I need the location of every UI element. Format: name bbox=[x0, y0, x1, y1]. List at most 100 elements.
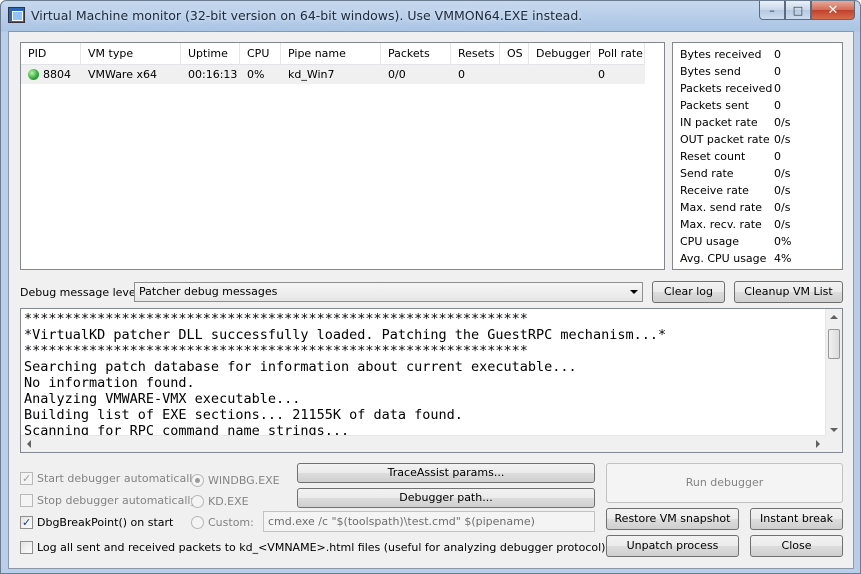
vm-row[interactable]: 8804 VMWare x64 00:16:13 0% kd_Win7 0/0 … bbox=[21, 65, 645, 84]
debug-level-label: Debug message level: bbox=[20, 286, 143, 299]
stat-row: Reset count 0 bbox=[673, 148, 842, 165]
column-header-uptime[interactable]: Uptime bbox=[181, 43, 240, 65]
stat-row: Bytes send 0 bbox=[673, 63, 842, 80]
custom-label: Custom: bbox=[208, 516, 254, 529]
column-header-os[interactable]: OS bbox=[500, 43, 529, 65]
stat-value: 0/s bbox=[774, 218, 791, 231]
stat-label: Packets received bbox=[680, 82, 773, 95]
start-debugger-checkbox[interactable]: Start debugger automatically bbox=[20, 472, 199, 485]
stat-row: Avg. CPU usage 4% bbox=[673, 250, 842, 267]
windbg-radio[interactable]: WINDBG.EXE bbox=[191, 474, 280, 487]
checkbox-checked-icon bbox=[20, 472, 33, 485]
debug-log[interactable]: ****************************************… bbox=[20, 308, 843, 453]
client-area: PID VM type Uptime CPU Pipe name Packets… bbox=[8, 31, 854, 569]
log-line: *VirtualKD patcher DLL successfully load… bbox=[24, 327, 667, 343]
radio-unselected-icon bbox=[191, 495, 204, 508]
vm-list[interactable]: PID VM type Uptime CPU Pipe name Packets… bbox=[20, 42, 665, 270]
vm-list-header: PID VM type Uptime CPU Pipe name Packets… bbox=[21, 43, 645, 65]
checkbox-checked-icon bbox=[20, 516, 33, 529]
column-header-debugger[interactable]: Debugger bbox=[529, 43, 591, 65]
custom-radio[interactable]: Custom: bbox=[191, 516, 254, 529]
cell-os bbox=[500, 65, 529, 84]
log-packets-checkbox[interactable]: Log all sent and received packets to kd_… bbox=[20, 541, 605, 554]
clear-log-button[interactable]: Clear log bbox=[652, 281, 725, 303]
stat-label: Receive rate bbox=[680, 184, 749, 197]
close-icon: ✕ bbox=[827, 2, 839, 18]
chevron-down-icon bbox=[630, 290, 638, 294]
scroll-thumb[interactable] bbox=[828, 329, 840, 359]
debug-level-select[interactable]: Patcher debug messages bbox=[134, 282, 643, 302]
stat-value: 4% bbox=[774, 252, 792, 265]
log-horizontal-scrollbar[interactable] bbox=[21, 435, 826, 452]
column-header-vm-type[interactable]: VM type bbox=[81, 43, 181, 65]
scroll-up-icon[interactable] bbox=[830, 315, 838, 319]
main-window: Virtual Machine monitor (32-bit version … bbox=[0, 0, 861, 574]
cell-poll-rate: 0 bbox=[598, 68, 605, 81]
scroll-down-icon[interactable] bbox=[830, 428, 838, 432]
traceassist-params-button[interactable]: TraceAssist params... bbox=[297, 463, 595, 483]
stop-debugger-label: Stop debugger automatically bbox=[37, 494, 197, 507]
cell-resets: 0 bbox=[458, 68, 465, 81]
checkbox-unchecked-icon bbox=[20, 541, 33, 554]
scroll-right-icon[interactable] bbox=[816, 440, 820, 448]
cell-cpu: 0% bbox=[247, 68, 265, 81]
stat-row: OUT packet rate 0/s bbox=[673, 131, 842, 148]
stat-row: Packets sent 0 bbox=[673, 97, 842, 114]
column-header-poll-rate[interactable]: Poll rate bbox=[591, 43, 645, 65]
cell-pid: 8804 bbox=[21, 65, 81, 84]
title-bar[interactable]: Virtual Machine monitor (32-bit version … bbox=[1, 1, 860, 30]
stat-label: IN packet rate bbox=[680, 116, 758, 129]
pid-text: 8804 bbox=[43, 68, 71, 81]
stat-value: 0 bbox=[774, 48, 781, 61]
stat-label: Avg. CPU usage bbox=[680, 252, 767, 265]
scroll-left-icon[interactable] bbox=[27, 440, 31, 448]
cleanup-vm-list-button[interactable]: Cleanup VM List bbox=[734, 281, 843, 303]
stat-row: CPU usage 0% bbox=[673, 233, 842, 250]
stop-debugger-checkbox[interactable]: Stop debugger automatically bbox=[20, 494, 197, 507]
app-icon bbox=[8, 7, 25, 23]
stat-row: IN packet rate 0/s bbox=[673, 114, 842, 131]
dbgbreakpoint-label: DbgBreakPoint() on start bbox=[37, 516, 174, 529]
unpatch-process-button[interactable]: Unpatch process bbox=[606, 535, 739, 557]
column-header-cpu[interactable]: CPU bbox=[240, 43, 281, 65]
radio-selected-icon bbox=[191, 474, 204, 487]
stat-value: 0/s bbox=[774, 116, 791, 129]
cell-debugger bbox=[529, 65, 591, 84]
stat-row: Bytes received 0 bbox=[673, 46, 842, 63]
column-header-resets[interactable]: Resets bbox=[451, 43, 500, 65]
dbgbreakpoint-checkbox[interactable]: DbgBreakPoint() on start bbox=[20, 516, 173, 529]
stat-row: Packets received 0 bbox=[673, 80, 842, 97]
column-header-pipe-name[interactable]: Pipe name bbox=[281, 43, 381, 65]
stat-label: Send rate bbox=[680, 167, 734, 180]
log-text: ****************************************… bbox=[24, 311, 824, 439]
stat-row: Max. send rate 0/s bbox=[673, 199, 842, 216]
minimize-button[interactable]: – bbox=[759, 1, 785, 20]
window-title: Virtual Machine monitor (32-bit version … bbox=[31, 8, 583, 23]
custom-command-input[interactable]: cmd.exe /c "$(toolspath)\test.cmd" $(pip… bbox=[263, 511, 595, 532]
column-header-pid[interactable]: PID bbox=[21, 43, 81, 65]
close-button[interactable]: Close bbox=[750, 535, 843, 557]
stat-value: 0 bbox=[774, 65, 781, 78]
log-vertical-scrollbar[interactable] bbox=[825, 309, 842, 437]
stat-label: Bytes send bbox=[680, 65, 741, 78]
stat-label: Packets sent bbox=[680, 99, 749, 112]
run-debugger-button[interactable]: Run debugger bbox=[606, 463, 843, 503]
stat-value: 0 bbox=[774, 99, 781, 112]
stat-value: 0 bbox=[774, 82, 781, 95]
stat-row: Receive rate 0/s bbox=[673, 182, 842, 199]
kd-radio[interactable]: KD.EXE bbox=[191, 495, 249, 508]
maximize-button[interactable]: □ bbox=[785, 1, 811, 20]
stat-value: 0/s bbox=[774, 201, 791, 214]
radio-unselected-icon bbox=[191, 516, 204, 529]
restore-vm-snapshot-button[interactable]: Restore VM snapshot bbox=[606, 508, 739, 530]
cell-packets: 0/0 bbox=[388, 68, 406, 81]
start-debugger-label: Start debugger automatically bbox=[37, 472, 199, 485]
log-packets-label: Log all sent and received packets to kd_… bbox=[37, 541, 606, 554]
cell-vm-type: VMWare x64 bbox=[88, 68, 157, 81]
column-header-packets[interactable]: Packets bbox=[381, 43, 451, 65]
instant-break-button[interactable]: Instant break bbox=[750, 508, 843, 530]
debugger-path-button[interactable]: Debugger path... bbox=[297, 488, 595, 508]
log-line: ****************************************… bbox=[24, 311, 528, 327]
close-window-button[interactable]: ✕ bbox=[811, 1, 855, 20]
maximize-icon: □ bbox=[792, 3, 804, 17]
